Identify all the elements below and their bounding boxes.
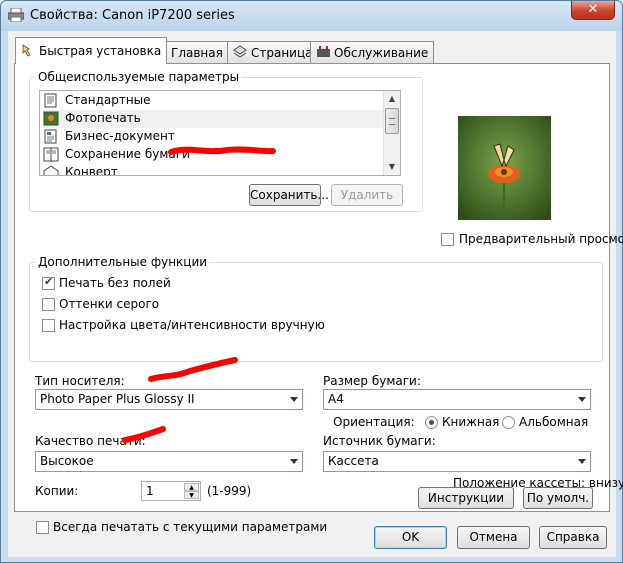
always-print-checkbox[interactable] bbox=[36, 521, 49, 534]
always-print-label: Всегда печатать с текущими параметрами bbox=[53, 520, 328, 534]
envelope-icon bbox=[43, 165, 59, 175]
red-scribble-mark bbox=[122, 426, 166, 443]
tab-maintenance[interactable]: Обслуживание bbox=[310, 41, 435, 63]
help-button[interactable]: Справка bbox=[539, 526, 607, 549]
manual-color-label: Настройка цвета/интенсивности вручную bbox=[59, 318, 325, 332]
landscape-label: Альбомная bbox=[519, 415, 589, 429]
additional-functions-label: Дополнительные функции bbox=[36, 255, 210, 269]
portrait-label: Книжная bbox=[442, 415, 500, 429]
portrait-radio[interactable] bbox=[425, 416, 438, 429]
list-item[interactable]: Фотопечать bbox=[43, 110, 383, 128]
preview-label: Предварительный просмотр bbox=[459, 232, 623, 246]
tab-page-setup[interactable]: Страница bbox=[227, 41, 319, 63]
chevron-down-icon bbox=[578, 459, 586, 464]
printer-icon bbox=[8, 8, 24, 22]
defaults-button[interactable]: По умолч. bbox=[523, 487, 593, 509]
red-scribble-mark bbox=[148, 357, 238, 382]
window-title: Свойства: Canon iP7200 series bbox=[30, 8, 235, 23]
scroll-down-icon[interactable]: ▼ bbox=[384, 159, 400, 175]
list-item[interactable]: Стандартные bbox=[43, 92, 383, 110]
additional-functions-group: Дополнительные функции Печать без полей … bbox=[29, 255, 603, 362]
business-document-icon bbox=[44, 129, 57, 144]
media-type-label: Тип носителя: bbox=[35, 374, 125, 388]
preview-image bbox=[458, 116, 551, 220]
quick-setup-panel: Общеиспользуемые параметры Стандартные Ф… bbox=[14, 63, 623, 534]
page-setup-icon bbox=[233, 45, 247, 58]
common-settings-label: Общеиспользуемые параметры bbox=[36, 70, 242, 84]
save-button[interactable]: Сохранить... bbox=[249, 184, 329, 206]
cancel-button[interactable]: Отмена bbox=[457, 526, 530, 549]
printer-properties-window: Свойства: Canon iP7200 series ✕ Быстрая … bbox=[0, 0, 623, 563]
chevron-down-icon bbox=[290, 459, 298, 464]
copies-range: (1-999) bbox=[207, 484, 252, 498]
title-bar[interactable]: Свойства: Canon iP7200 series ✕ bbox=[1, 1, 622, 31]
chevron-down-icon bbox=[290, 397, 298, 402]
orientation-label: Ориентация: bbox=[333, 415, 415, 429]
copies-label: Копии: bbox=[35, 484, 79, 498]
photo-print-icon bbox=[43, 111, 59, 126]
dialog-client-area: Быстрая установка Главная Страница Обслу… bbox=[8, 31, 623, 557]
spin-down-icon[interactable]: ▼ bbox=[184, 491, 199, 499]
ok-button[interactable]: OK bbox=[374, 526, 447, 549]
list-item[interactable]: Конверт bbox=[43, 164, 383, 175]
tab-label: Страница bbox=[251, 46, 313, 60]
paper-source-select[interactable]: Кассета bbox=[323, 451, 591, 472]
paper-size-label: Размер бумаги: bbox=[323, 374, 421, 388]
quick-setup-icon bbox=[22, 44, 31, 57]
standard-icon bbox=[44, 93, 57, 108]
tab-label: Главная bbox=[171, 46, 223, 60]
grayscale-label: Оттенки серого bbox=[59, 297, 160, 311]
butterfly-flower-icon bbox=[458, 116, 551, 220]
grayscale-checkbox[interactable] bbox=[42, 298, 55, 311]
common-settings-list[interactable]: Стандартные Фотопечать Бизнес-документ С… bbox=[39, 90, 401, 176]
media-type-select[interactable]: Photo Paper Plus Glossy II bbox=[35, 389, 303, 410]
borderless-checkbox[interactable] bbox=[42, 275, 55, 290]
delete-button[interactable]: Удалить bbox=[331, 184, 403, 206]
instructions-button[interactable]: Инструкции bbox=[418, 487, 514, 509]
paper-saving-icon bbox=[43, 147, 59, 162]
scroll-up-icon[interactable]: ▲ bbox=[384, 91, 400, 107]
spin-up-icon[interactable]: ▲ bbox=[184, 483, 199, 491]
maintenance-icon bbox=[317, 46, 330, 57]
tab-quick-setup[interactable]: Быстрая установка bbox=[15, 37, 168, 64]
copies-stepper[interactable]: 1 ▲ ▼ bbox=[141, 481, 201, 501]
print-quality-select[interactable]: Высокое bbox=[35, 451, 303, 472]
paper-source-label: Источник бумаги: bbox=[323, 434, 436, 448]
paper-size-select[interactable]: A4 bbox=[323, 389, 591, 410]
tab-label: Обслуживание bbox=[334, 46, 429, 60]
tab-label: Быстрая установка bbox=[39, 44, 162, 58]
scroll-thumb[interactable] bbox=[385, 108, 399, 134]
manual-color-checkbox[interactable] bbox=[42, 319, 55, 332]
close-button[interactable]: ✕ bbox=[571, 1, 615, 20]
landscape-radio[interactable] bbox=[502, 416, 515, 429]
preview-checkbox[interactable] bbox=[441, 233, 454, 246]
red-scribble-mark bbox=[168, 146, 276, 155]
borderless-label: Печать без полей bbox=[59, 276, 171, 290]
chevron-down-icon bbox=[578, 397, 586, 402]
list-scrollbar[interactable]: ▲ ▼ bbox=[383, 91, 400, 175]
